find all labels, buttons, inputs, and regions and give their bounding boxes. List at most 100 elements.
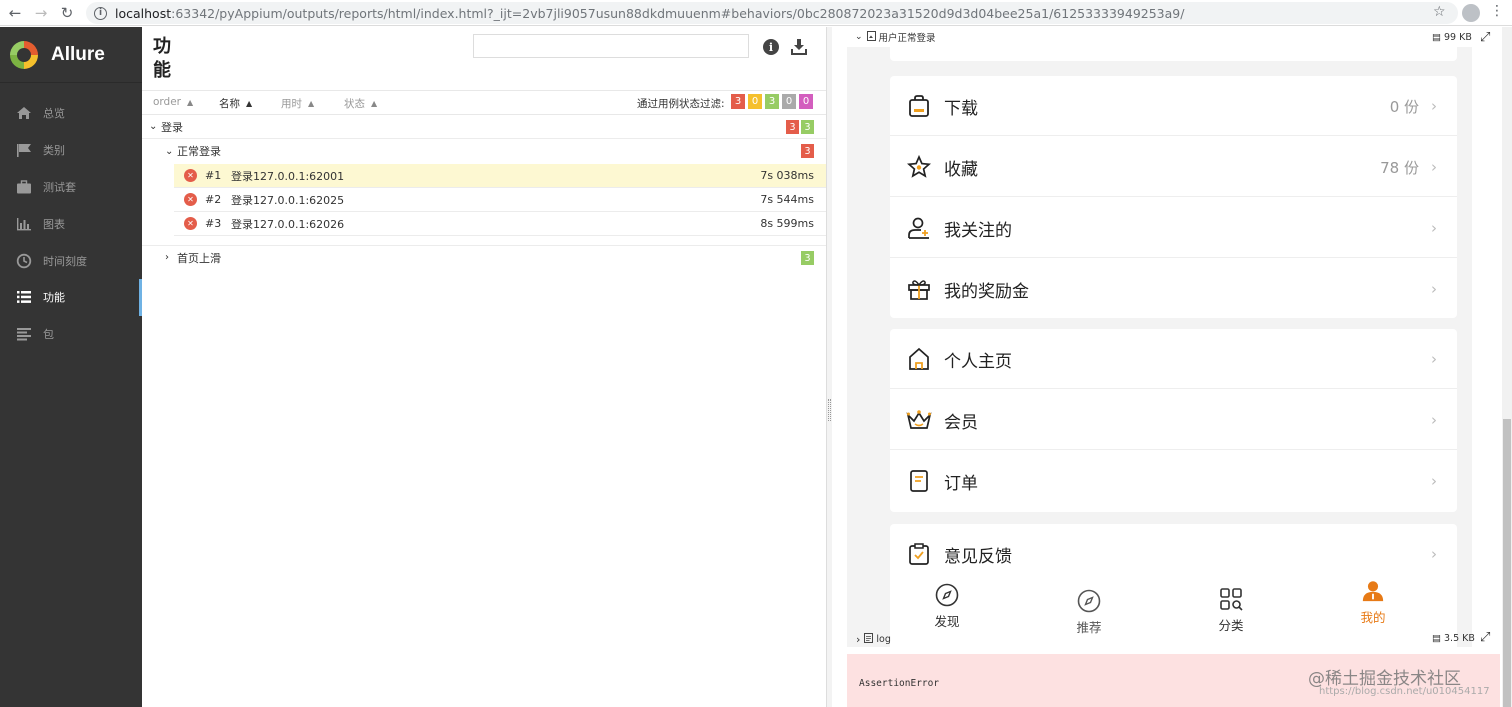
chevron-right-icon: › <box>1431 219 1437 237</box>
menu-item-download[interactable]: 下载 0 份 › <box>890 76 1457 136</box>
tab-discover[interactable]: 发现 <box>917 583 977 630</box>
back-icon[interactable]: ← <box>4 2 26 24</box>
sort-arrows-icon: ▲︎ <box>187 97 194 107</box>
sort-status[interactable]: 状态 ▲ <box>344 96 377 111</box>
sort-name[interactable]: 名称 ▲ <box>219 96 252 111</box>
group-label: 首页上滑 <box>177 251 221 265</box>
menu-item-label: 意见反馈 <box>944 546 1012 567</box>
case-name: 登录127.0.0.1:62025 <box>231 193 345 207</box>
sidebar-item-categories[interactable]: 类别 <box>0 132 142 169</box>
log-size-value: 3.5 KB <box>1444 633 1475 644</box>
forward-icon[interactable]: → <box>30 2 52 24</box>
sidebar-item-timeline[interactable]: 时间刻度 <box>0 242 142 279</box>
reload-icon[interactable]: ↻ <box>56 2 78 24</box>
sidebar-item-suites[interactable]: 测试套 <box>0 169 142 206</box>
search-input[interactable] <box>473 34 749 58</box>
attachment-size: ▤ 99 KB <box>1432 32 1472 43</box>
sidebar-item-behaviors[interactable]: 功能 <box>0 278 142 316</box>
chevron-down-icon: ⌄ <box>165 145 174 157</box>
download-icon[interactable] <box>790 38 808 56</box>
failed-count-badge: 3 <box>786 120 799 134</box>
expand-icon[interactable]: ⤢ <box>1480 30 1490 45</box>
save-icon: ▤ <box>1432 633 1441 644</box>
tree-subgroup-normal-login[interactable]: ⌄ 正常登录 3 <box>142 139 826 163</box>
sort-name-label: 名称 <box>219 98 240 110</box>
case-number: #1 <box>205 169 222 182</box>
star-icon <box>906 154 932 180</box>
case-duration: 7s 038ms <box>760 169 814 182</box>
home-icon <box>15 105 33 121</box>
logo[interactable]: Allure <box>0 27 142 83</box>
order-icon <box>906 468 932 494</box>
sidebar-item-graphs[interactable]: 图表 <box>0 205 142 242</box>
menu-dots-icon[interactable]: ⋮ <box>1490 3 1504 19</box>
menu-item-orders[interactable]: 订单 › <box>890 451 1457 511</box>
chevron-right-icon: › <box>1431 280 1437 298</box>
menu-item-label: 个人主页 <box>944 351 1012 372</box>
menu-item-following[interactable]: 我关注的 › <box>890 198 1457 258</box>
sidebar: Allure 总览 类别 测试套 图表 时间刻度 功能 包 <box>0 27 142 707</box>
menu-item-label: 我关注的 <box>944 220 1012 241</box>
menu-item-homepage[interactable]: 个人主页 › <box>890 329 1457 389</box>
tab-mine[interactable]: 我的 <box>1343 579 1403 626</box>
test-case-row[interactable]: ✕ #3 登录127.0.0.1:62026 8s 599ms <box>174 212 826 236</box>
chevron-down-icon: ⌄ <box>149 121 158 132</box>
chevron-right-icon: › <box>1431 545 1437 563</box>
filter-failed-toggle[interactable]: 3 <box>731 94 745 109</box>
profile-avatar[interactable] <box>1462 4 1480 22</box>
clock-icon <box>15 253 33 269</box>
case-duration: 7s 544ms <box>760 193 814 206</box>
divider <box>890 257 1457 258</box>
user-icon <box>1361 579 1385 603</box>
text-file-icon <box>864 632 874 646</box>
sort-status-label: 状态 <box>344 98 365 110</box>
bag-icon <box>906 93 932 119</box>
tree-group-login[interactable]: ⌄ 登录 3 3 <box>142 115 826 139</box>
menu-item-rewards[interactable]: 我的奖励金 › <box>890 259 1457 319</box>
scrollbar-thumb[interactable] <box>1503 419 1511 707</box>
compass-icon <box>1077 589 1101 613</box>
image-file-icon <box>866 30 876 44</box>
tab-label: 我的 <box>1360 610 1386 625</box>
address-bar[interactable]: i localhost:63342/pyAppium/outputs/repor… <box>86 2 1458 24</box>
watermark-url: https://blog.csdn.net/u010454117 <box>1319 686 1490 697</box>
sort-order[interactable]: order ▲︎ <box>153 96 193 108</box>
splitter-grip-icon[interactable] <box>828 399 831 421</box>
subgroup-badges: 3 <box>801 144 814 158</box>
align-left-icon <box>15 326 33 342</box>
test-case-row[interactable]: ✕ #2 登录127.0.0.1:62025 7s 544ms <box>174 188 826 212</box>
sidebar-item-label: 类别 <box>43 144 65 158</box>
menu-item-label: 会员 <box>944 412 978 433</box>
attachment-header[interactable]: ⌄ 用户正常登录 <box>832 27 1500 47</box>
expand-icon[interactable]: ⤢ <box>1480 630 1490 645</box>
menu-item-favorites[interactable]: 收藏 78 份 › <box>890 137 1457 197</box>
menu-card-2: 个人主页 › 会员 › 订单 › <box>890 329 1457 512</box>
sidebar-item-packages[interactable]: 包 <box>0 316 142 353</box>
log-attachment-header[interactable]: › log <box>832 627 1500 651</box>
site-info-icon[interactable]: i <box>94 6 107 20</box>
group-label: 登录 <box>161 120 183 134</box>
sidebar-item-overview[interactable]: 总览 <box>0 95 142 132</box>
menu-item-membership[interactable]: 会员 › <box>890 390 1457 450</box>
flag-icon <box>15 142 33 158</box>
chevron-right-icon: › <box>1431 411 1437 429</box>
chevron-right-icon: › <box>1431 97 1437 115</box>
save-icon: ▤ <box>1432 32 1441 43</box>
screenshot-image: 下载 0 份 › 收藏 78 份 › 我关注的 › 我的奖励金 › 个人主页 ›… <box>847 47 1472 647</box>
filter-skipped-toggle[interactable]: 0 <box>782 94 796 109</box>
briefcase-icon <box>15 179 33 195</box>
tree-group-home-scroll[interactable]: › 首页上滑 3 <box>142 245 826 269</box>
filter-passed-toggle[interactable]: 3 <box>765 94 779 109</box>
test-case-row[interactable]: ✕ #1 登录127.0.0.1:62001 7s 038ms <box>174 164 826 188</box>
log-title: log <box>876 633 891 645</box>
scrollbar[interactable] <box>1502 27 1512 707</box>
allure-logo-icon <box>10 40 38 69</box>
house-icon <box>906 346 932 372</box>
sort-duration[interactable]: 用时 ▲ <box>281 96 314 111</box>
passed-count-badge: 3 <box>801 120 814 134</box>
filter-broken-toggle[interactable]: 0 <box>748 94 762 109</box>
bookmark-star-icon[interactable]: ☆ <box>1433 4 1446 20</box>
failed-status-icon: ✕ <box>184 217 197 230</box>
info-icon[interactable]: i <box>763 39 779 55</box>
filter-unknown-toggle[interactable]: 0 <box>799 94 813 109</box>
